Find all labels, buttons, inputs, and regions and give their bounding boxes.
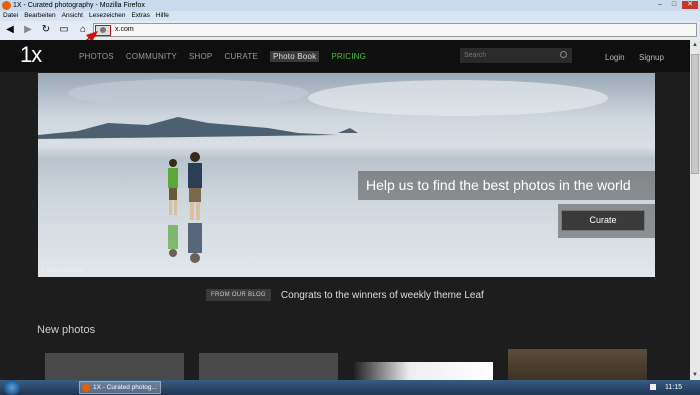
- search-input[interactable]: Search: [460, 48, 572, 63]
- vertical-scrollbar[interactable]: ▲ ▼: [690, 40, 700, 380]
- menu-ansicht[interactable]: Ansicht: [62, 11, 83, 21]
- back-arrow-icon[interactable]: ◀: [3, 23, 17, 37]
- menu-hilfe[interactable]: Hilfe: [156, 11, 169, 21]
- nav-photos[interactable]: PHOTOS: [79, 52, 114, 62]
- curate-button[interactable]: Curate: [561, 210, 645, 231]
- section-title: New photos: [37, 324, 96, 336]
- address-bar[interactable]: x.com: [93, 23, 697, 37]
- site-nav: PHOTOS COMMUNITY SHOP CURATE Photo Book …: [79, 51, 366, 62]
- site-logo[interactable]: 1x: [20, 42, 42, 68]
- signup-link[interactable]: Signup: [639, 53, 664, 62]
- taskbar-item-label: 1X - Curated photog...: [93, 384, 157, 391]
- curate-panel: Curate: [558, 204, 655, 238]
- menu-extras[interactable]: Extras: [131, 11, 149, 21]
- blog-banner: FROM OUR BLOG Congrats to the winners of…: [206, 289, 484, 301]
- photo-thumbnail[interactable]: [199, 353, 338, 380]
- web-page: 1x PHOTOS COMMUNITY SHOP CURATE Photo Bo…: [0, 40, 690, 380]
- address-url[interactable]: x.com: [115, 24, 134, 36]
- scrollbar-thumb[interactable]: [691, 54, 699, 174]
- menu-lesezeichen[interactable]: Lesezeichen: [89, 11, 126, 21]
- nav-photo-book[interactable]: Photo Book: [269, 51, 320, 62]
- taskbar-item-firefox[interactable]: 1X - Curated photog...: [79, 381, 161, 394]
- system-tray: 11:15: [648, 380, 700, 395]
- close-icon[interactable]: ✕: [682, 1, 698, 9]
- search-icon[interactable]: [560, 51, 567, 58]
- menu-datei[interactable]: Datei: [3, 11, 18, 21]
- nav-shop[interactable]: SHOP: [189, 52, 212, 62]
- photo-thumbnail[interactable]: [45, 353, 184, 380]
- forward-arrow-icon[interactable]: ▶: [21, 23, 35, 37]
- blog-tag[interactable]: FROM OUR BLOG: [206, 289, 271, 301]
- firefox-icon: [82, 384, 90, 392]
- clock[interactable]: 11:15: [665, 380, 682, 395]
- site-header: 1x PHOTOS COMMUNITY SHOP CURATE Photo Bo…: [0, 40, 690, 72]
- window-title: 1X - Curated photography - Mozilla Firef…: [13, 2, 145, 9]
- nav-pricing[interactable]: PRICING: [331, 52, 366, 62]
- hero-headline-panel: Help us to find the best photos in the w…: [358, 171, 655, 200]
- maximize-icon[interactable]: □: [668, 1, 680, 9]
- scroll-up-icon[interactable]: ▲: [690, 40, 700, 50]
- minimize-icon[interactable]: –: [654, 1, 666, 9]
- blog-link[interactable]: Congrats to the winners of weekly theme …: [281, 290, 484, 301]
- login-link[interactable]: Login: [605, 53, 625, 62]
- nav-curate[interactable]: CURATE: [224, 52, 258, 62]
- firefox-icon: [2, 1, 11, 10]
- photo-credit: © Takeo Watanabe: [41, 268, 84, 274]
- window-titlebar: 1X - Curated photography - Mozilla Firef…: [0, 0, 700, 11]
- hero-image: Help us to find the best photos in the w…: [38, 73, 655, 277]
- scroll-down-icon[interactable]: ▼: [690, 370, 700, 380]
- search-placeholder: Search: [464, 52, 487, 59]
- photo-thumbnail[interactable]: [508, 349, 647, 380]
- menu-bearbeiten[interactable]: Bearbeiten: [24, 11, 55, 21]
- nav-community[interactable]: COMMUNITY: [126, 52, 177, 62]
- hero-headline: Help us to find the best photos in the w…: [366, 177, 631, 193]
- window-controls: – □ ✕: [654, 1, 698, 9]
- menu-bar: Datei Bearbeiten Ansicht Lesezeichen Ext…: [0, 11, 700, 21]
- action-center-icon[interactable]: [650, 384, 656, 390]
- start-button-icon[interactable]: [4, 380, 20, 395]
- photo-thumbnail[interactable]: [354, 362, 493, 380]
- windows-taskbar: 1X - Curated photog... 11:15: [0, 380, 700, 395]
